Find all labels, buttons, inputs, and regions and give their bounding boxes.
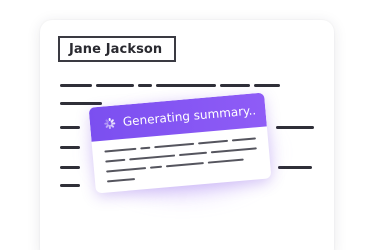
candidate-name: Jane Jackson (58, 36, 176, 62)
summary-line (178, 151, 208, 157)
text-line (96, 84, 134, 87)
text-line (60, 166, 80, 169)
summary-line (198, 139, 229, 145)
text-line (60, 126, 80, 129)
summary-popup: Generating summary.. (88, 92, 272, 194)
text-line (138, 84, 152, 87)
summary-line (154, 142, 195, 149)
stage: Jane Jackson Generating summary.. (0, 0, 375, 250)
summary-line (207, 158, 244, 164)
summary-line (104, 147, 137, 153)
spinner-icon (104, 117, 116, 129)
summary-line (231, 137, 256, 142)
text-line (254, 84, 280, 87)
summary-line (165, 162, 204, 168)
summary-line (106, 167, 147, 173)
text-line (60, 84, 92, 87)
text-line (60, 184, 80, 187)
summary-line (149, 165, 163, 169)
text-line (60, 146, 80, 149)
summary-status-text: Generating summary.. (122, 103, 257, 129)
text-line (156, 84, 216, 87)
summary-line (140, 146, 151, 150)
summary-line (129, 154, 176, 161)
text-line (220, 84, 250, 87)
summary-line (106, 178, 136, 183)
summary-line (105, 158, 126, 163)
summary-line (210, 147, 257, 154)
